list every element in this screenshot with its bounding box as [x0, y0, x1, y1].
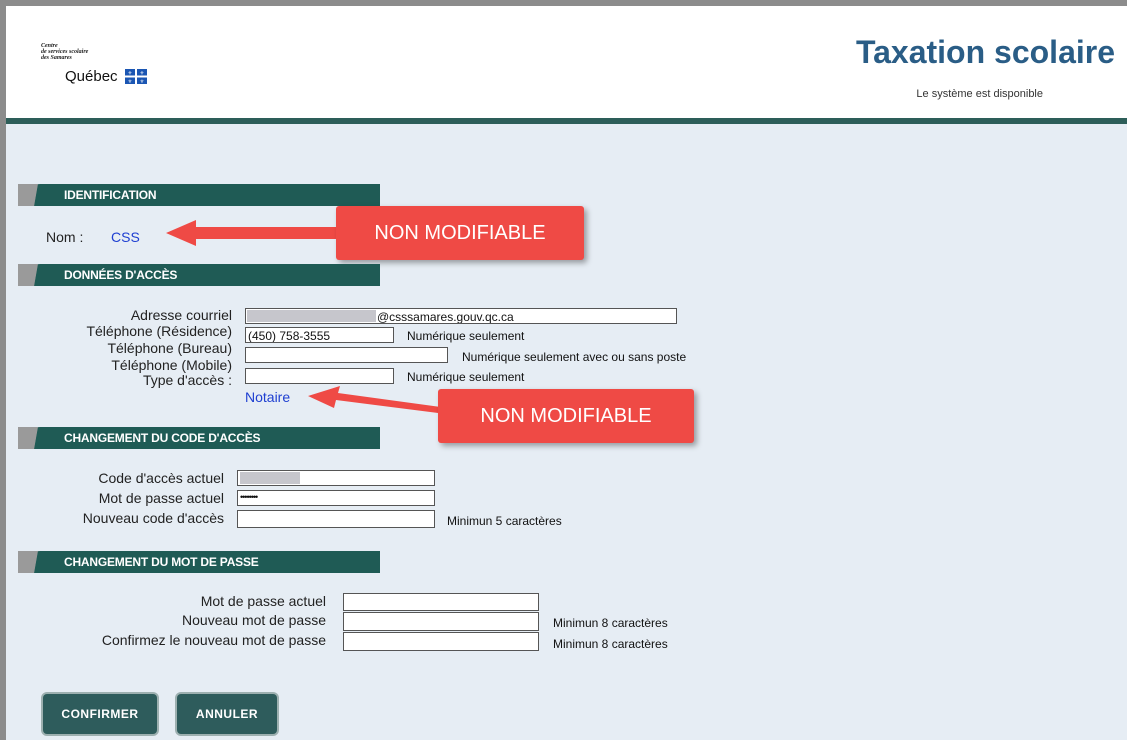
- callout-arrow-2: [308, 386, 448, 414]
- non-modifiable-callout-2: NON MODIFIABLE: [438, 389, 694, 443]
- pw-new-hint: Minimun 8 caractères: [553, 616, 668, 630]
- page-frame: Centre de services scolaire des Samares …: [6, 6, 1127, 740]
- quebec-flag-icon: ⚜ ⚜ ⚜ ⚜: [124, 69, 147, 84]
- new-code-label: Nouveau code d'accès: [82, 510, 224, 526]
- section-changement-mot-de-passe-title: CHANGEMENT DU MOT DE PASSE: [64, 555, 259, 569]
- section-changement-code-title: CHANGEMENT DU CODE D'ACCÈS: [64, 431, 261, 445]
- svg-text:⚜: ⚜: [127, 79, 131, 84]
- tel-residence-label: Téléphone (Résidence): [86, 323, 232, 339]
- app-title: Taxation scolaire: [855, 34, 1115, 70]
- email-label: Adresse courriel: [130, 307, 232, 323]
- svg-text:⚜: ⚜: [139, 79, 143, 84]
- quebec-logo: Centre de services scolaire des Samares …: [41, 43, 147, 85]
- new-code-input[interactable]: [237, 510, 435, 528]
- tel-bureau-label: Téléphone (Bureau): [107, 340, 232, 356]
- svg-text:⚜: ⚜: [139, 71, 143, 77]
- header-divider: [6, 118, 1127, 124]
- email-value: @csssamares.gouv.qc.ca: [377, 310, 514, 324]
- callout-arrow-1: [166, 220, 341, 246]
- current-code-redaction: [240, 472, 300, 484]
- logo-quebec-text: Québec: [65, 68, 118, 85]
- pw-confirm-hint: Minimun 8 caractères: [553, 637, 668, 651]
- tel-mobile-label: Téléphone (Mobile): [111, 357, 232, 373]
- code-current-pw-label: Mot de passe actuel: [98, 490, 224, 506]
- non-modifiable-callout-1: NON MODIFIABLE: [336, 206, 584, 260]
- tel-mobile-hint: Numérique seulement: [407, 370, 525, 384]
- pw-confirm-label: Confirmez le nouveau mot de passe: [101, 632, 326, 648]
- tel-bureau-input[interactable]: [245, 347, 448, 363]
- type-acces-label: Type d'accès :: [142, 372, 232, 388]
- cancel-button[interactable]: ANNULER: [177, 694, 277, 734]
- nom-value: CSS: [111, 229, 140, 245]
- pw-current-input[interactable]: [343, 593, 539, 611]
- pw-new-input[interactable]: [343, 612, 539, 631]
- section-changement-mot-de-passe: CHANGEMENT DU MOT DE PASSE: [18, 551, 380, 573]
- nom-label: Nom :: [46, 229, 84, 245]
- confirm-button[interactable]: CONFIRMER: [43, 694, 157, 734]
- header: Centre de services scolaire des Samares …: [6, 6, 1127, 118]
- section-donnees-acces: DONNÉES D'ACCÈS: [18, 264, 380, 286]
- logo-quebec-wordmark: Québec ⚜ ⚜ ⚜ ⚜: [65, 68, 147, 85]
- pw-confirm-input[interactable]: [343, 632, 539, 651]
- tel-residence-hint: Numérique seulement: [407, 329, 525, 343]
- email-redaction: [247, 310, 376, 322]
- new-code-hint: Minimun 5 caractères: [447, 514, 562, 528]
- pw-new-label: Nouveau mot de passe: [182, 612, 326, 628]
- type-acces-value: Notaire: [245, 389, 291, 405]
- section-identification: IDENTIFICATION: [18, 184, 380, 206]
- code-current-pw-input[interactable]: ••••••••: [237, 490, 435, 506]
- section-identification-title: IDENTIFICATION: [64, 188, 157, 202]
- tel-bureau-hint: Numérique seulement avec ou sans poste: [462, 350, 687, 364]
- logo-line-3: des Samares: [41, 55, 72, 61]
- current-code-label: Code d'accès actuel: [98, 470, 224, 486]
- pw-current-label: Mot de passe actuel: [200, 593, 326, 609]
- system-status: Le système est disponible: [916, 88, 1043, 100]
- section-donnees-acces-title: DONNÉES D'ACCÈS: [64, 268, 178, 282]
- tel-mobile-input[interactable]: [245, 368, 394, 384]
- svg-text:⚜: ⚜: [127, 71, 131, 77]
- tel-residence-input[interactable]: (450) 758-3555: [245, 327, 394, 343]
- section-changement-code: CHANGEMENT DU CODE D'ACCÈS: [18, 427, 380, 449]
